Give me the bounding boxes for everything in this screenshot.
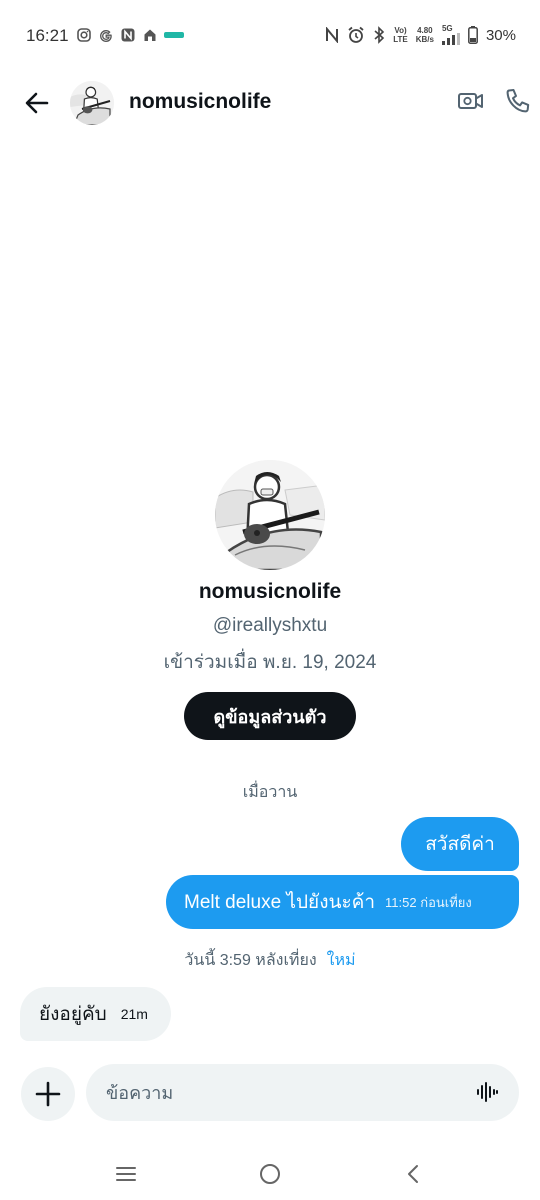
- message-time: 11:52 ก่อนเที่ยง: [385, 894, 472, 910]
- outgoing-message[interactable]: Melt deluxe ไปยังนะค้า 11:52 ก่อนเที่ยง: [166, 875, 519, 929]
- video-camera-icon: [458, 93, 483, 109]
- menu-icon: [116, 1167, 136, 1181]
- circle-home-icon: [260, 1164, 280, 1184]
- google-icon: [100, 30, 112, 42]
- message-input[interactable]: [106, 1078, 466, 1108]
- profile-handle: @ireallyshxtu: [212, 615, 328, 636]
- avatar-illustration-icon: [215, 460, 325, 570]
- read-status-text: วันนี้ 3:59 หลังเที่ยง: [184, 952, 317, 969]
- message-composer: [86, 1064, 519, 1121]
- status-system-icons: Vo) LTE 4.80 KB/s 5G 30%: [325, 25, 516, 45]
- network-speed: 4.80 KB/s: [416, 26, 434, 44]
- incoming-message[interactable]: ยังอยู่คับ 21m: [20, 987, 171, 1041]
- phone-icon: [506, 89, 530, 113]
- alarm-icon: [348, 26, 364, 43]
- day-separator: เมื่อวาน: [242, 784, 298, 801]
- message-time: 21m: [120, 1006, 148, 1022]
- profile-joined-date: เข้าร่วมเมื่อ พ.ย. 19, 2024: [163, 652, 377, 673]
- bluetooth-icon: [374, 26, 385, 44]
- network-speed-value: 4.80: [417, 26, 433, 35]
- battery-percent: 30%: [485, 26, 516, 44]
- new-label: ใหม่: [326, 952, 356, 969]
- message-text: สวัสดีค่า: [425, 834, 495, 855]
- voice-message-button[interactable]: [475, 1080, 499, 1104]
- instagram-icon: [77, 28, 91, 42]
- avatar-illustration-icon: [70, 81, 114, 125]
- message-text: Melt deluxe ไปยังนะค้า: [184, 892, 376, 913]
- recent-apps-button[interactable]: [114, 1162, 138, 1186]
- network-speed-unit: KB/s: [415, 35, 434, 44]
- arrow-left-icon: [25, 92, 49, 114]
- network-type: 5G: [441, 24, 453, 33]
- home-app-icon: [144, 29, 156, 41]
- chevron-left-icon: [408, 1165, 418, 1183]
- system-back-button[interactable]: [402, 1162, 426, 1186]
- battery-icon: [468, 26, 478, 44]
- waveform-icon: [477, 1082, 498, 1102]
- plus-icon: [35, 1081, 61, 1107]
- nfc-icon: [326, 27, 339, 43]
- read-receipt: วันนี้ 3:59 หลังเที่ยง ใหม่: [0, 948, 540, 973]
- status-time: 16:21: [26, 26, 69, 45]
- view-profile-button[interactable]: ดูข้อมูลส่วนตัว: [184, 692, 356, 740]
- header-avatar[interactable]: [70, 81, 114, 125]
- volte-text: Vo): [394, 26, 407, 35]
- lte-text: LTE: [393, 35, 408, 44]
- home-button[interactable]: [258, 1162, 282, 1186]
- video-call-button[interactable]: [456, 86, 490, 120]
- volte-indicator: Vo) LTE: [393, 26, 408, 44]
- system-nav-bar: [0, 1150, 540, 1200]
- status-bar: 16:21 Vo) LTE 4.80 KB/s 5G 30%: [0, 0, 540, 72]
- voice-call-button[interactable]: [503, 86, 537, 120]
- outgoing-message[interactable]: สวัสดีค่า: [401, 817, 519, 871]
- back-button[interactable]: [20, 86, 54, 120]
- signal-icon: [441, 33, 460, 45]
- app-badge-icon: [164, 32, 184, 38]
- message-text: ยังอยู่คับ: [39, 1004, 107, 1025]
- profile-avatar[interactable]: [215, 460, 325, 570]
- header-username[interactable]: nomusicnolife: [129, 90, 271, 114]
- add-attachment-button[interactable]: [21, 1067, 75, 1121]
- nfc-n-icon: [121, 28, 135, 42]
- profile-name: nomusicnolife: [198, 580, 342, 603]
- conversation-header: nomusicnolife: [0, 72, 540, 136]
- status-notification-icons: [76, 27, 184, 43]
